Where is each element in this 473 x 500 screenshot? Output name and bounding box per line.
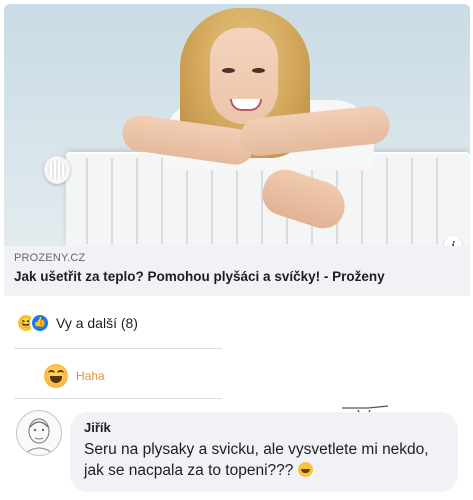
comment-bubble: Jiřík Seru na plysaky a svicku, ale vysv… [70,412,458,492]
haha-emoji-icon [44,364,68,388]
woman-eye-right [252,68,265,73]
reactions-count-text[interactable]: Vy a další (8) [56,315,138,331]
link-title[interactable]: Jak ušetřit za teplo? Pomohou plyšáci a … [14,269,385,284]
link-preview-caption[interactable]: PROZENY.CZ Jak ušetřit za teplo? Pomohou… [4,246,470,296]
like-reaction-icon: 👍 [30,313,50,333]
comment-text-body: Seru na plysaky a svicku, ale vysvetlete… [84,441,429,479]
woman-eye-left [222,68,235,73]
link-preview-image[interactable]: i [4,4,470,246]
divider [14,398,222,399]
radiator-valve [44,156,70,184]
facebook-post: i PROZENY.CZ Jak ušetřit za teplo? Pomoh… [0,0,473,500]
link-source: PROZENY.CZ [14,252,86,264]
smile-emoji-icon [297,462,313,477]
comment-author[interactable]: Jiřík [84,420,111,435]
comment-text: Seru na plysaky a svicku, ale vysvetlete… [84,439,448,481]
haha-label: Haha [76,369,105,383]
divider [14,348,222,349]
avatar[interactable] [16,410,62,456]
